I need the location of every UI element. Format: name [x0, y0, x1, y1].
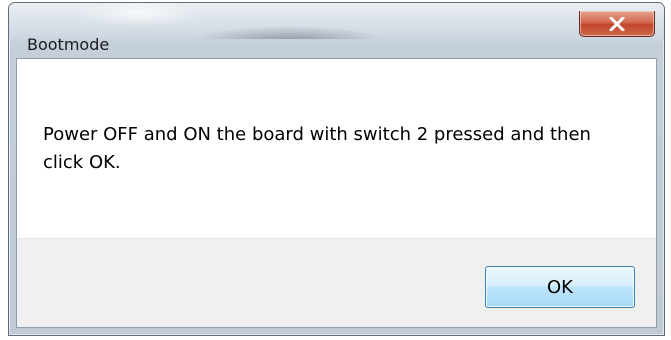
- window-title: Bootmode: [27, 35, 110, 54]
- close-icon: [609, 16, 625, 31]
- dialog-footer: OK: [17, 238, 656, 327]
- ok-button[interactable]: OK: [485, 266, 635, 308]
- title-bar[interactable]: [9, 3, 664, 39]
- dialog-content: Power OFF and ON the board with switch 2…: [16, 58, 657, 328]
- dialog-message: Power OFF and ON the board with switch 2…: [43, 124, 591, 173]
- dialog-window: Bootmode Power OFF and ON the board with…: [8, 2, 665, 336]
- close-button[interactable]: [579, 11, 655, 37]
